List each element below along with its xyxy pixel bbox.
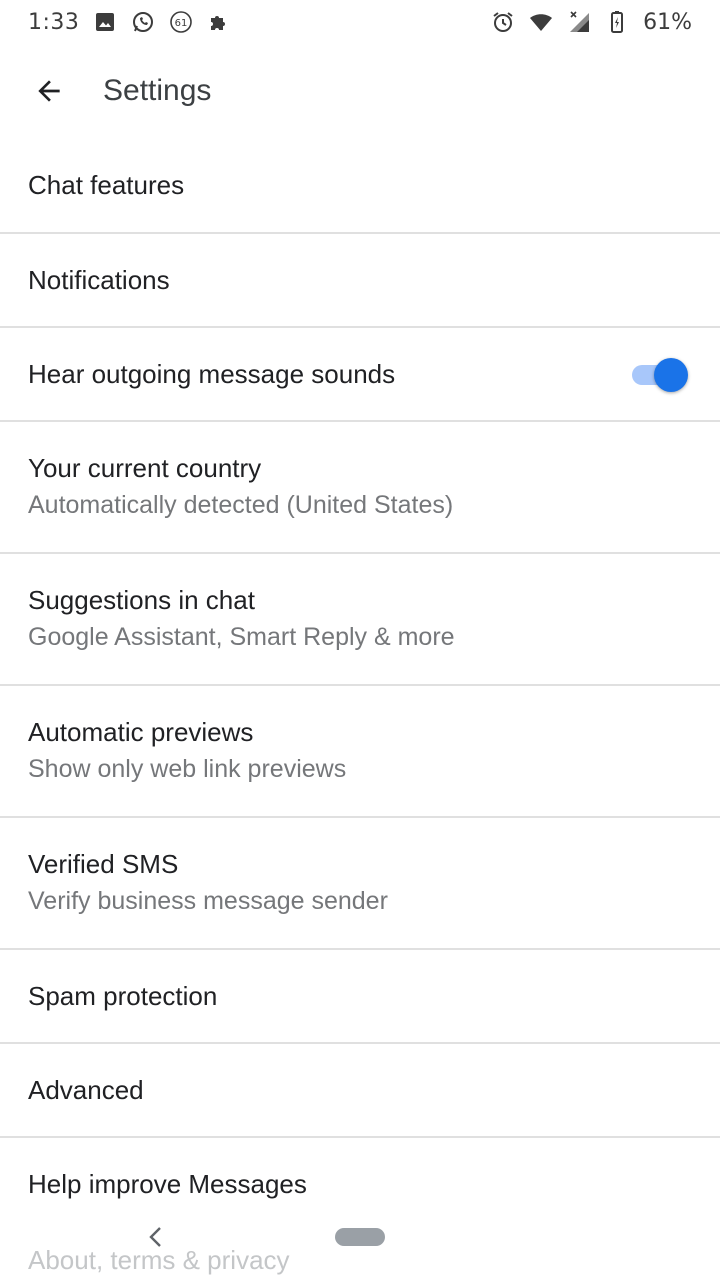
settings-list: Chat features Notifications Hear outgoin… <box>0 138 720 1279</box>
whatsapp-icon <box>131 10 155 34</box>
setting-title: Help improve Messages <box>28 1169 307 1199</box>
setting-title: Notifications <box>28 265 170 295</box>
home-pill-icon[interactable] <box>335 1228 385 1246</box>
arrow-back-icon <box>38 80 60 102</box>
setting-subtitle: Google Assistant, Smart Reply & more <box>28 623 455 651</box>
signal-icon <box>567 10 591 34</box>
wifi-icon <box>529 10 553 34</box>
image-icon <box>93 10 117 34</box>
setting-chat-features[interactable]: Chat features <box>0 138 720 234</box>
status-bar: 1:33 61 61% <box>0 0 720 44</box>
status-time: 1:33 <box>28 9 80 35</box>
setting-title: Your current country <box>28 453 262 483</box>
setting-hear-outgoing-sounds[interactable]: Hear outgoing message sounds <box>0 328 720 422</box>
setting-current-country[interactable]: Your current country Automatically detec… <box>0 422 720 554</box>
setting-subtitle: Automatically detected (United States) <box>28 491 454 519</box>
page-title: Settings <box>103 74 212 107</box>
toggle-thumb <box>654 358 688 392</box>
setting-title: Chat features <box>28 170 185 200</box>
setting-title: Verified SMS <box>28 849 179 879</box>
setting-spam-protection[interactable]: Spam protection <box>0 950 720 1044</box>
back-button[interactable] <box>17 59 81 123</box>
status-left: 1:33 61 <box>28 10 231 35</box>
setting-automatic-previews[interactable]: Automatic previews Show only web link pr… <box>0 686 720 818</box>
setting-title: Automatic previews <box>28 717 254 747</box>
setting-title: Suggestions in chat <box>28 585 255 615</box>
alarm-icon <box>491 10 515 34</box>
setting-advanced[interactable]: Advanced <box>0 1044 720 1138</box>
setting-verified-sms[interactable]: Verified SMS Verify business message sen… <box>0 818 720 950</box>
setting-notifications[interactable]: Notifications <box>0 234 720 328</box>
setting-subtitle: Show only web link previews <box>28 755 347 783</box>
setting-title: Advanced <box>28 1075 144 1105</box>
app-bar: Settings <box>0 44 720 138</box>
badge-count: 61 <box>175 18 188 29</box>
outgoing-sounds-toggle[interactable] <box>632 358 688 392</box>
badge-61-icon: 61 <box>169 10 193 34</box>
nav-back-button[interactable] <box>140 1219 172 1255</box>
status-right: 61% <box>491 10 692 35</box>
setting-subtitle: Verify business message sender <box>28 887 388 915</box>
navigation-bar <box>0 1209 720 1265</box>
battery-icon <box>605 10 629 34</box>
setting-suggestions-in-chat[interactable]: Suggestions in chat Google Assistant, Sm… <box>0 554 720 686</box>
setting-title: Spam protection <box>28 981 218 1011</box>
battery-percent: 61% <box>643 9 692 35</box>
puzzle-icon <box>207 10 231 34</box>
chevron-left-icon <box>149 1227 161 1247</box>
setting-title: Hear outgoing message sounds <box>28 359 396 389</box>
